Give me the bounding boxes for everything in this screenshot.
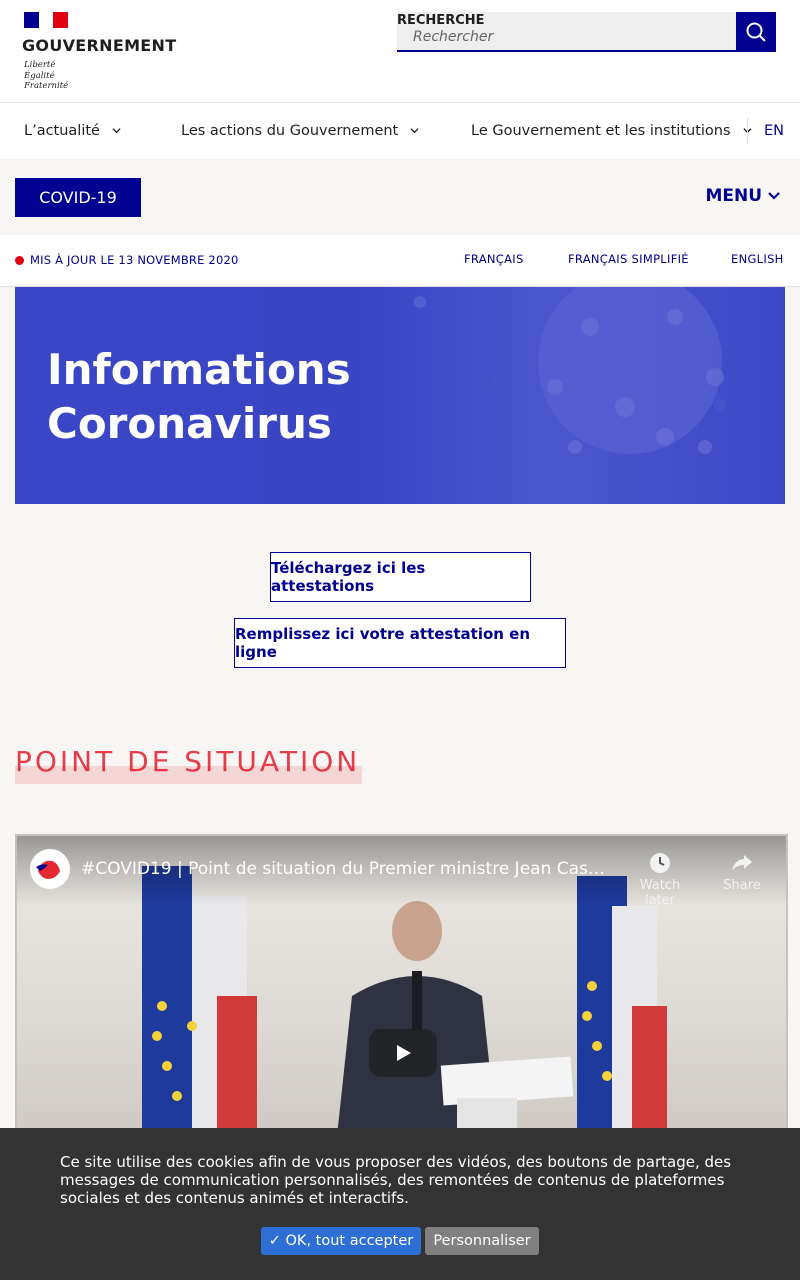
watch-later-label: Watch later xyxy=(639,878,681,908)
marianne-icon xyxy=(30,849,70,889)
nav-divider xyxy=(747,117,748,144)
site-header: GOUVERNEMENT Liberté Égalité Fraternité … xyxy=(0,0,800,103)
covid-button[interactable]: COVID-19 xyxy=(15,178,141,217)
main-nav: L’actualité Les actions du Gouvernement … xyxy=(0,103,800,158)
cookie-message: Ce site utilise des cookies afin de vous… xyxy=(60,1153,732,1207)
nav-item-label: Les actions du Gouvernement xyxy=(181,122,399,139)
share-button[interactable]: Share xyxy=(707,850,777,893)
lang-english[interactable]: ENGLISH xyxy=(731,252,784,266)
nav-item-actions[interactable]: Les actions du Gouvernement xyxy=(181,103,419,158)
nav-item-institutions[interactable]: Le Gouvernement et les institutions xyxy=(471,103,752,158)
hero-title-line1: Informations xyxy=(47,345,351,394)
section-title: POINT DE SITUATION xyxy=(15,745,361,778)
video-player[interactable]: #COVID19 | Point de situation du Premier… xyxy=(15,834,788,1134)
online-attestation-button[interactable]: Remplissez ici votre attestation en lign… xyxy=(234,618,566,668)
download-attestations-button[interactable]: Téléchargez ici les attestations xyxy=(270,552,531,602)
motto-egalite: Égalité xyxy=(24,70,55,81)
search-button[interactable] xyxy=(736,12,776,52)
hero-title-line2: Coronavirus xyxy=(47,399,332,448)
hero-banner: Informations Coronavirus xyxy=(15,287,785,504)
nav-item-actualite[interactable]: L’actualité xyxy=(24,103,121,158)
motto-fraternite: Fraternité xyxy=(24,81,69,91)
covid-bar: COVID-19 MENU xyxy=(0,158,800,235)
chevron-down-icon xyxy=(410,128,419,134)
clock-icon xyxy=(650,853,670,873)
share-icon xyxy=(732,855,752,871)
share-label: Share xyxy=(723,878,761,893)
lang-en-link[interactable]: EN xyxy=(764,103,784,158)
play-button[interactable] xyxy=(369,1029,437,1077)
customize-cookies-button[interactable]: Personnaliser xyxy=(425,1227,539,1255)
video-title[interactable]: #COVID19 | Point de situation du Premier… xyxy=(81,859,611,879)
watch-later-button[interactable]: Watch later xyxy=(625,850,695,908)
search-label: RECHERCHE xyxy=(397,13,485,28)
lang-francais[interactable]: FRANÇAIS xyxy=(464,252,524,266)
menu-button[interactable]: MENU xyxy=(705,186,780,206)
accept-cookies-button[interactable]: ✓ OK, tout accepter xyxy=(261,1227,421,1255)
hero-title: Informations Coronavirus xyxy=(47,343,351,451)
menu-label: MENU xyxy=(705,186,762,206)
channel-avatar[interactable] xyxy=(30,849,70,889)
nav-item-label: L’actualité xyxy=(24,122,100,139)
update-date: MIS À JOUR LE 13 NOVEMBRE 2020 xyxy=(30,253,239,267)
play-icon xyxy=(397,1045,411,1061)
cookie-banner: Ce site utilise des cookies afin de vous… xyxy=(0,1128,800,1280)
motto-liberte: Liberté xyxy=(24,60,56,70)
status-dot xyxy=(15,256,24,265)
nav-item-label: Le Gouvernement et les institutions xyxy=(471,122,731,139)
motto: Liberté Égalité Fraternité xyxy=(24,60,68,92)
search-icon xyxy=(746,22,766,42)
chevron-down-icon xyxy=(112,128,121,134)
chevron-down-icon xyxy=(768,192,780,200)
marianne-logo[interactable] xyxy=(24,12,69,28)
lang-francais-simplifie[interactable]: FRANÇAIS SIMPLIFIÉ xyxy=(568,252,689,266)
brand-title[interactable]: GOUVERNEMENT xyxy=(22,36,176,55)
update-bar: MIS À JOUR LE 13 NOVEMBRE 2020 FRANÇAIS … xyxy=(0,235,800,287)
